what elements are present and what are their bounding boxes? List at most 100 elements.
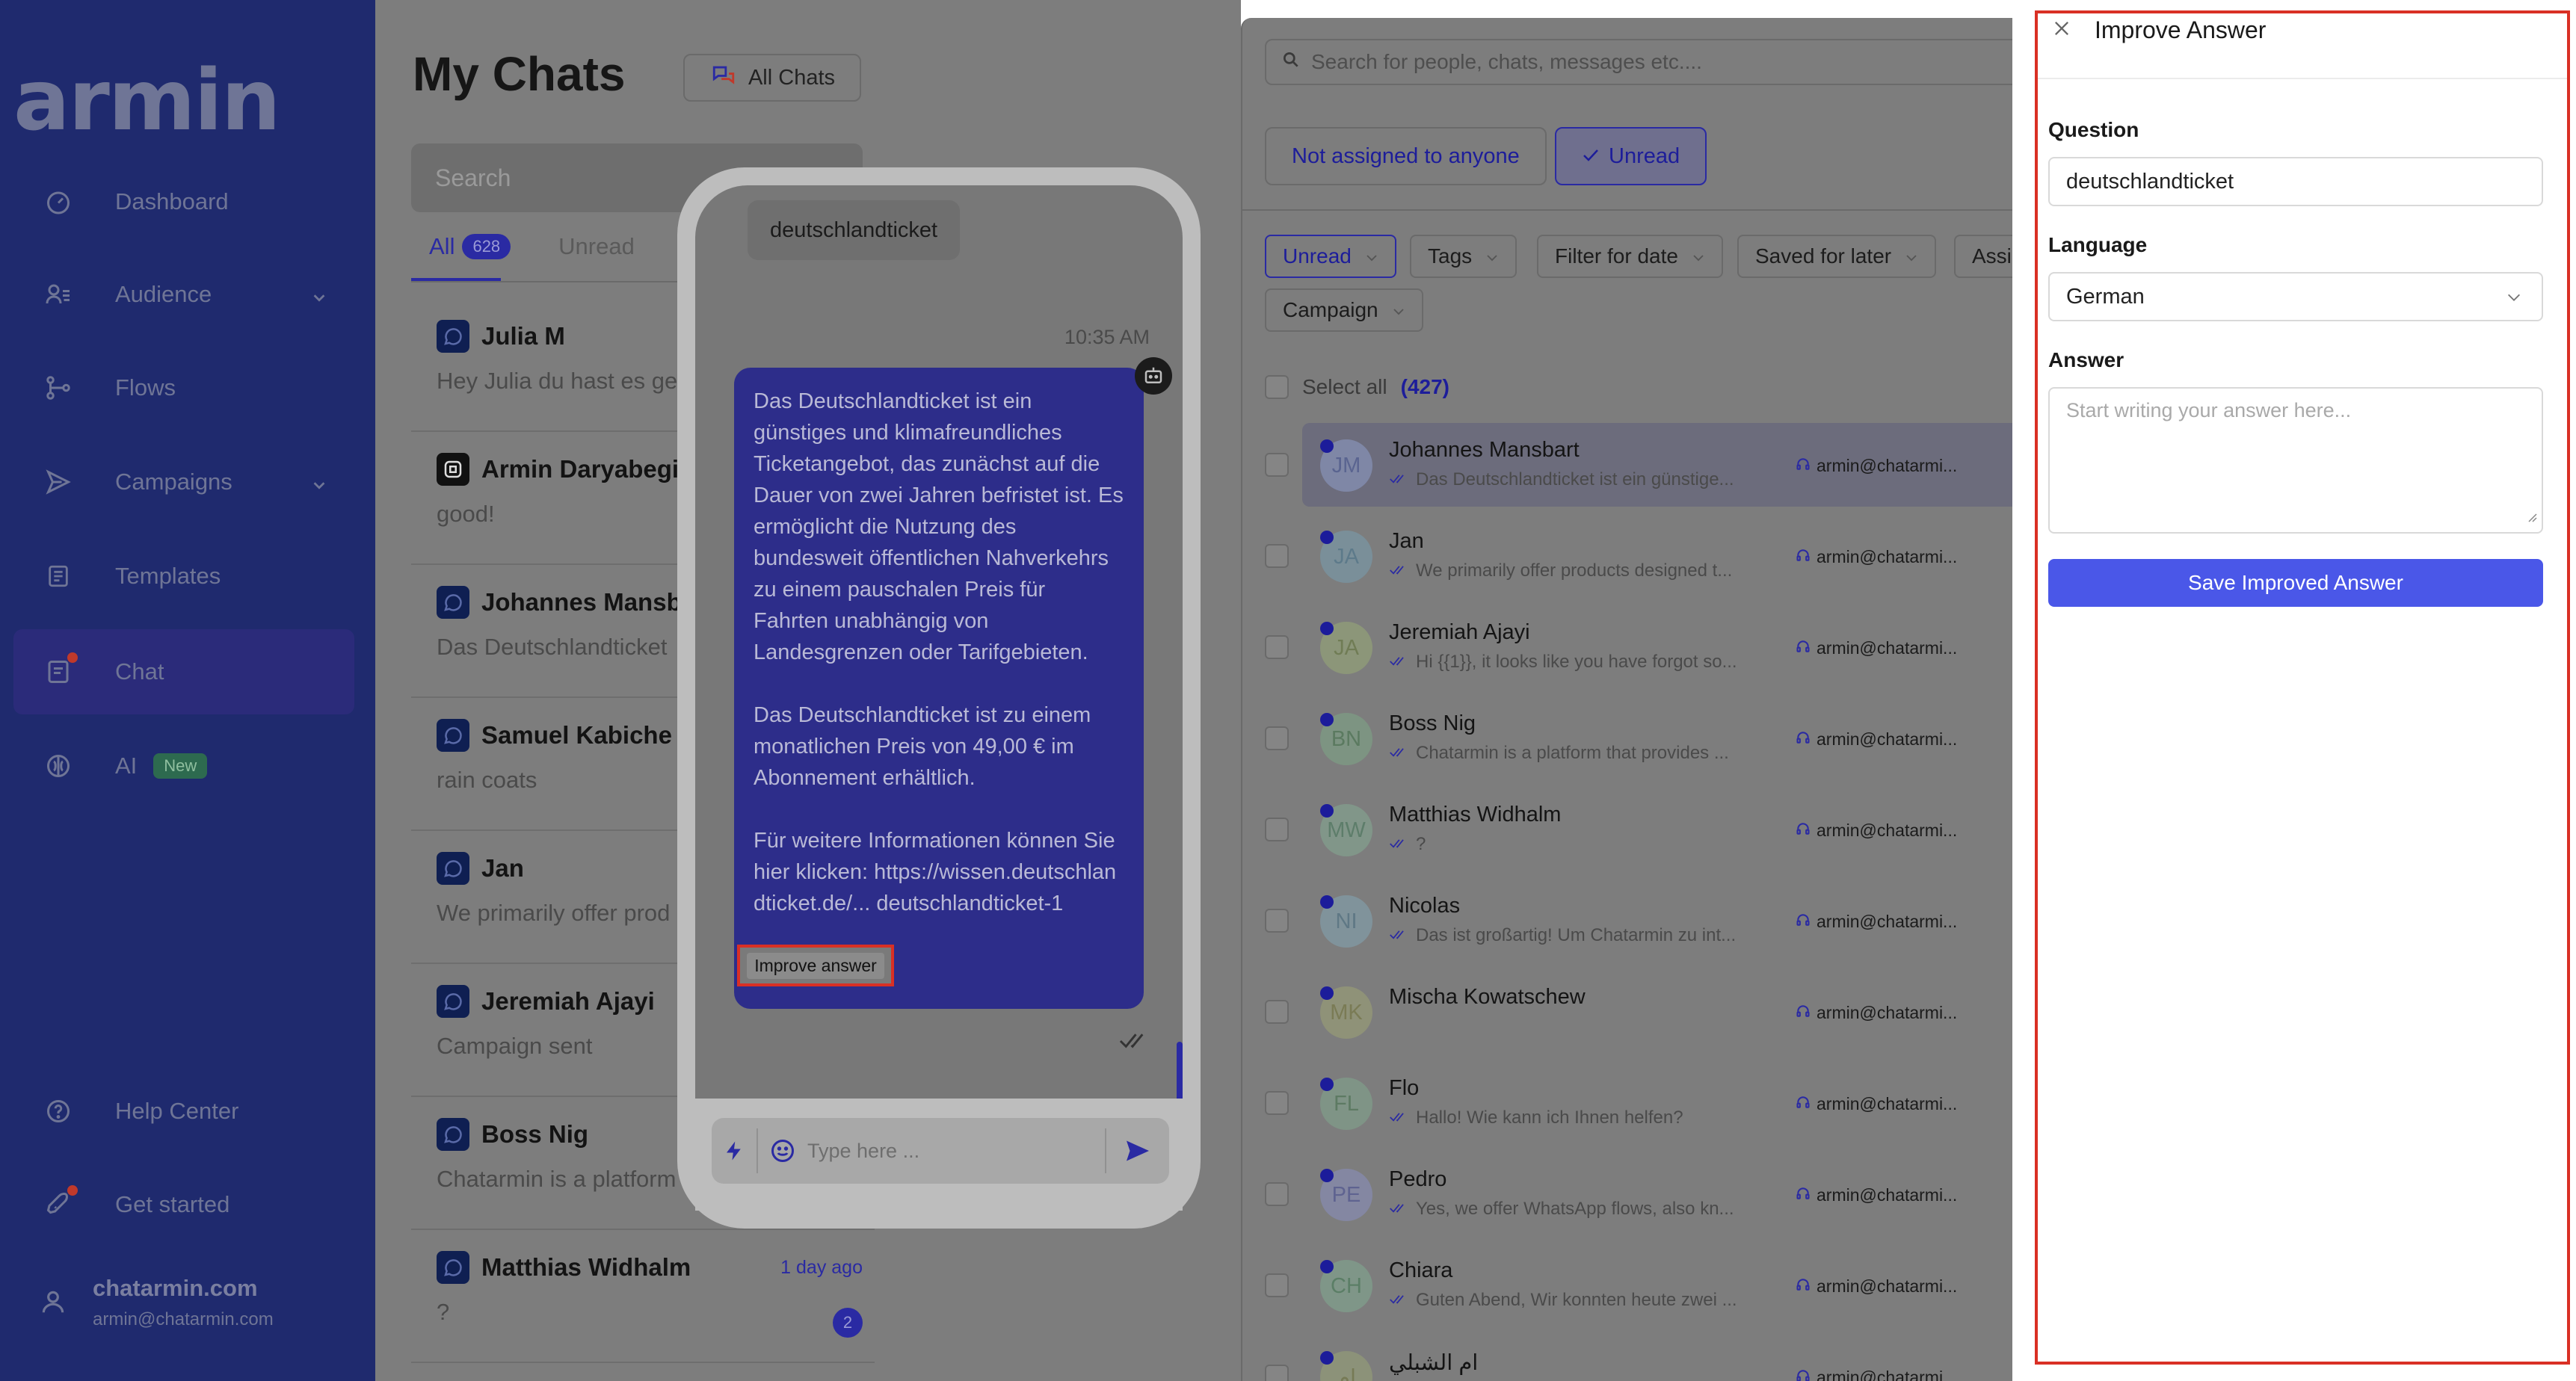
chevron-down-icon <box>1365 244 1378 268</box>
message-preview: Yes, we offer WhatsApp flows, also kn... <box>1389 1199 1734 1220</box>
headset-icon <box>1796 1368 1811 1381</box>
send-icon <box>42 466 75 498</box>
row-checkbox[interactable] <box>1265 453 1289 477</box>
filter-label: Unread <box>1283 244 1352 268</box>
message-composer: Type here ... <box>695 1099 1183 1211</box>
sidebar-item-get-started[interactable]: Get started <box>13 1162 354 1247</box>
improve-answer-button[interactable]: Improve answer <box>737 945 894 986</box>
scrollbar[interactable] <box>1177 1042 1183 1102</box>
filter-tags[interactable]: Tags <box>1410 235 1517 278</box>
row-checkbox[interactable] <box>1265 818 1289 841</box>
conversation-row[interactable]: FL Flo Hallo! Wie kann ich Ihnen helfen? ar… <box>1242 1061 2012 1152</box>
row-checkbox[interactable] <box>1265 1000 1289 1024</box>
tab-label: Unread <box>558 233 635 259</box>
language-select[interactable]: German <box>2048 272 2543 321</box>
conversation-row[interactable]: JM Johannes Mansbart Das Deutschlandticket… <box>1242 423 2012 514</box>
message-preview: Hi {{1}}, it looks like you have forgot … <box>1389 652 1737 673</box>
sidebar-item-templates[interactable]: Templates <box>13 534 354 619</box>
row-checkbox[interactable] <box>1265 1365 1289 1381</box>
row-checkbox[interactable] <box>1265 1091 1289 1115</box>
sidebar-item-audience[interactable]: Audience <box>13 252 354 337</box>
contact-name: Mischa Kowatschew <box>1389 985 1586 1009</box>
tab-unread[interactable]: Unread <box>558 233 635 260</box>
avatar-initials: JM <box>1331 453 1361 478</box>
headset-icon <box>1796 547 1811 567</box>
emoji-icon[interactable] <box>758 1137 807 1164</box>
conversation-row[interactable]: BN Boss Nig Chatarmin is a platform that p… <box>1242 696 2012 788</box>
unread-dot <box>1320 622 1334 635</box>
chevron-down-icon <box>1905 244 1918 268</box>
row-checkbox[interactable] <box>1265 909 1289 933</box>
message-text: Chatarmin is a platform that provides ..… <box>1416 743 1729 763</box>
row-checkbox[interactable] <box>1265 635 1289 659</box>
quick-reply-icon[interactable] <box>712 1137 757 1164</box>
assigned-agent: armin@chatarmi... <box>1796 1368 1957 1381</box>
save-improved-answer-button[interactable]: Save Improved Answer <box>2048 559 2543 607</box>
row-checkbox[interactable] <box>1265 726 1289 750</box>
avatar: JM <box>1320 439 1372 492</box>
filter-assigned[interactable]: Assi <box>1954 235 2012 278</box>
sidebar-item-flows[interactable]: Flows <box>13 345 354 430</box>
row-checkbox[interactable] <box>1265 544 1289 568</box>
chat-name: Jeremiah Ajayi <box>481 987 655 1015</box>
segment-unread[interactable]: Unread <box>1555 127 1707 185</box>
divider <box>1242 209 2012 211</box>
avatar-initials: ام <box>1336 1365 1356 1381</box>
ai-icon <box>42 750 75 782</box>
chat-name: Johannes Mansb <box>481 588 682 616</box>
message-text: Hallo! Wie kann ich Ihnen helfen? <box>1416 1107 1683 1128</box>
conversation-row[interactable]: PE Pedro Yes, we offer WhatsApp flows, als… <box>1242 1152 2012 1243</box>
row-checkbox[interactable] <box>1265 1182 1289 1206</box>
filter-unread[interactable]: Unread <box>1265 235 1396 278</box>
answer-textarea[interactable]: Start writing your answer here... <box>2048 387 2543 534</box>
conversation-row[interactable]: CH Chiara Guten Abend, Wir konnten heute z… <box>1242 1243 2012 1335</box>
contact-name: Matthias Widhalm <box>1389 803 1562 827</box>
whatsapp-icon <box>437 985 469 1018</box>
agent-email: armin@chatarmi... <box>1817 912 1958 931</box>
users-icon <box>42 278 75 311</box>
message-text: ? <box>1416 834 1426 854</box>
sidebar-item-ai[interactable]: AI New <box>13 723 354 809</box>
conversation-row[interactable]: MK Mischa Kowatschew armin@chatarmi... <box>1242 970 2012 1061</box>
conversation-row[interactable]: JA Jeremiah Ajayi Hi {{1}}, it looks like … <box>1242 605 2012 696</box>
conversation-row[interactable]: ام ام الشبلي armin@chatarmi... <box>1242 1335 2012 1381</box>
message-preview: Chatarmin is a platform that provides ..… <box>1389 743 1729 764</box>
contact-name: ام الشبلي <box>1389 1351 1479 1375</box>
sidebar-item-campaigns[interactable]: Campaigns <box>13 439 354 525</box>
account-menu[interactable]: chatarmin.com armin@chatarmin.com <box>39 1275 274 1330</box>
filter-campaign[interactable]: Campaign <box>1265 288 1423 332</box>
headset-icon <box>1796 912 1811 932</box>
conversation-row[interactable]: MW Matthias Widhalm? armin@chatarmi... <box>1242 788 2012 879</box>
tab-all[interactable]: All 628 <box>429 233 511 260</box>
avatar: MK <box>1320 986 1372 1039</box>
sidebar-item-chat[interactable]: Chat <box>13 629 354 714</box>
sidebar-item-label: Get started <box>115 1191 230 1217</box>
chevron-down-icon <box>311 472 327 499</box>
resize-handle[interactable] <box>2525 504 2537 528</box>
avatar-initials: PE <box>1331 1182 1361 1207</box>
close-icon[interactable] <box>2051 18 2072 43</box>
sidebar-item-help-center[interactable]: Help Center <box>13 1069 354 1154</box>
inbox-search-input[interactable]: Search for people, chats, messages etc..… <box>1265 39 2012 85</box>
message-time: 10:35 AM <box>1064 326 1150 348</box>
double-check-icon <box>1389 834 1408 855</box>
divider <box>2038 78 2567 79</box>
question-field[interactable]: deutschlandticket <box>2048 157 2543 206</box>
row-checkbox[interactable] <box>1265 1273 1289 1297</box>
segment-not-assigned[interactable]: Not assigned to anyone <box>1265 127 1547 185</box>
assigned-agent: armin@chatarmi... <box>1796 638 1957 658</box>
all-chats-button[interactable]: All Chats <box>683 54 861 102</box>
sidebar-item-dashboard[interactable]: Dashboard <box>13 159 354 244</box>
message-input[interactable]: Type here ... <box>807 1140 1105 1163</box>
conversation-row[interactable]: NI Nicolas Das ist großartig! Um Chatarmin… <box>1242 879 2012 970</box>
unread-dot <box>1320 804 1334 818</box>
filter-saved-for-later[interactable]: Saved for later <box>1737 235 1937 278</box>
panel-title: Improve Answer <box>2095 16 2267 43</box>
send-icon[interactable] <box>1105 1128 1169 1173</box>
select-all[interactable]: Select all (427) <box>1265 375 1449 399</box>
conversation-row[interactable]: JA Jan We primarily offer products designe… <box>1242 514 2012 605</box>
filter-date[interactable]: Filter for date <box>1537 235 1723 278</box>
sidebar-item-label: Campaigns <box>115 469 232 495</box>
gauge-icon <box>42 185 75 218</box>
select-all-checkbox[interactable] <box>1265 375 1289 399</box>
